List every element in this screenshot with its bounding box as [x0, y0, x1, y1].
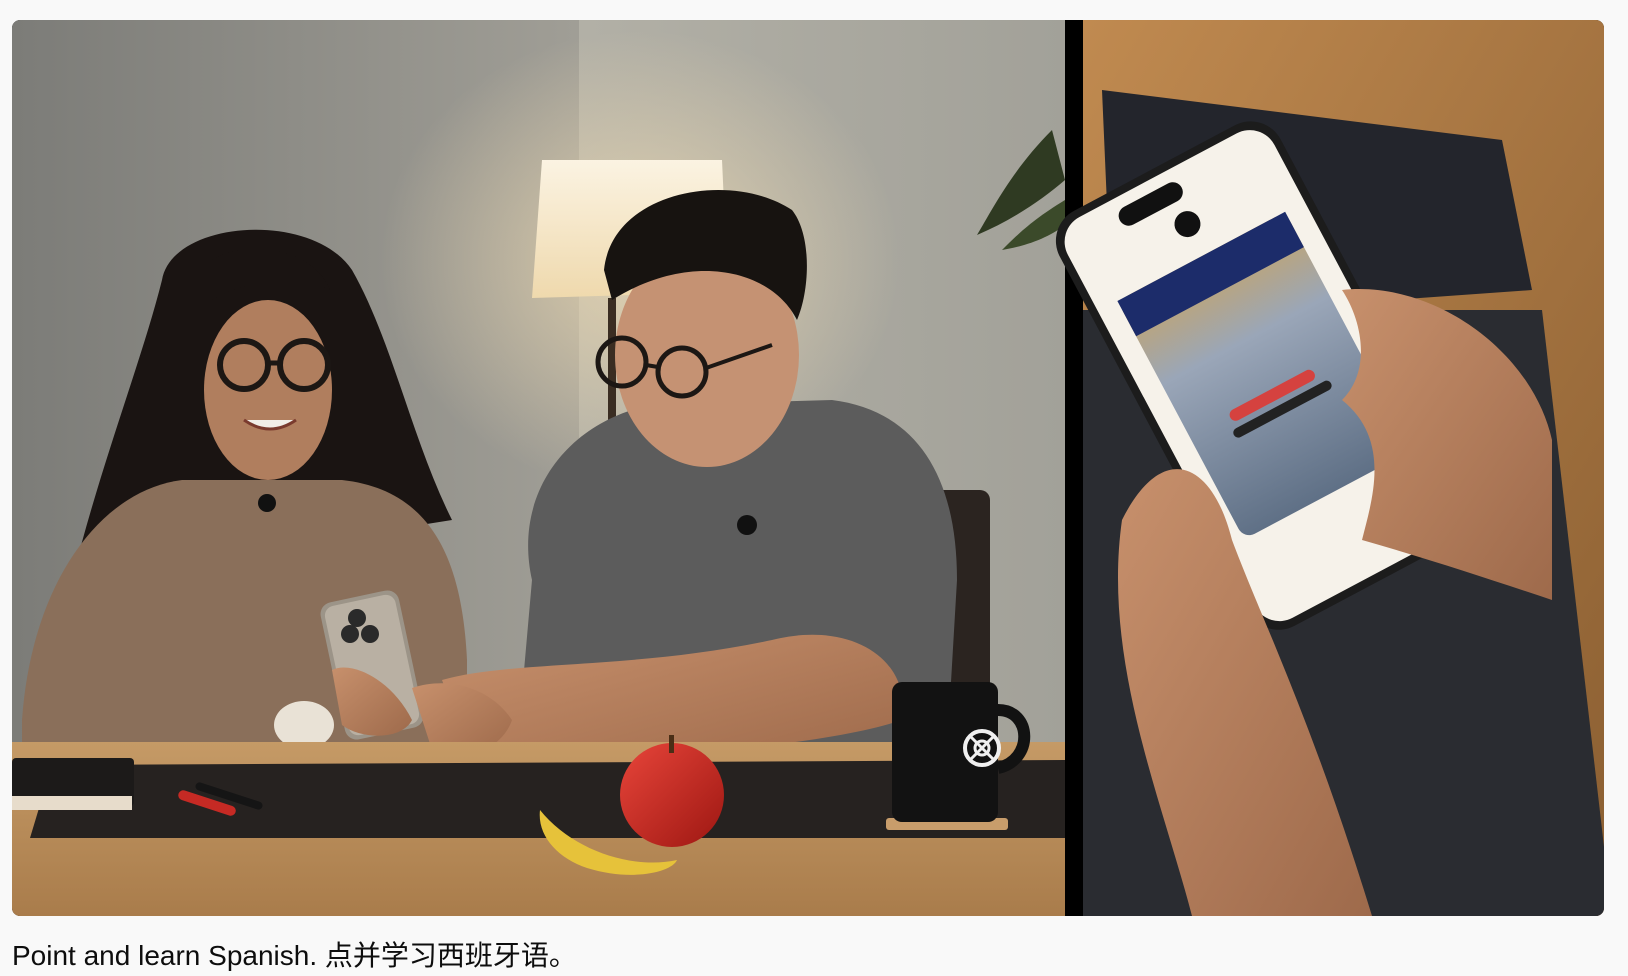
studio-scene-panel: [12, 20, 1065, 916]
video-frame[interactable]: [12, 20, 1604, 916]
panel-divider: [1065, 20, 1083, 916]
video-still: [12, 20, 1604, 916]
phone-closeup-panel: [1055, 20, 1604, 916]
page: Point and learn Spanish. 点并学习西班牙语。: [0, 0, 1628, 976]
video-caption: Point and learn Spanish. 点并学习西班牙语。: [12, 940, 577, 971]
